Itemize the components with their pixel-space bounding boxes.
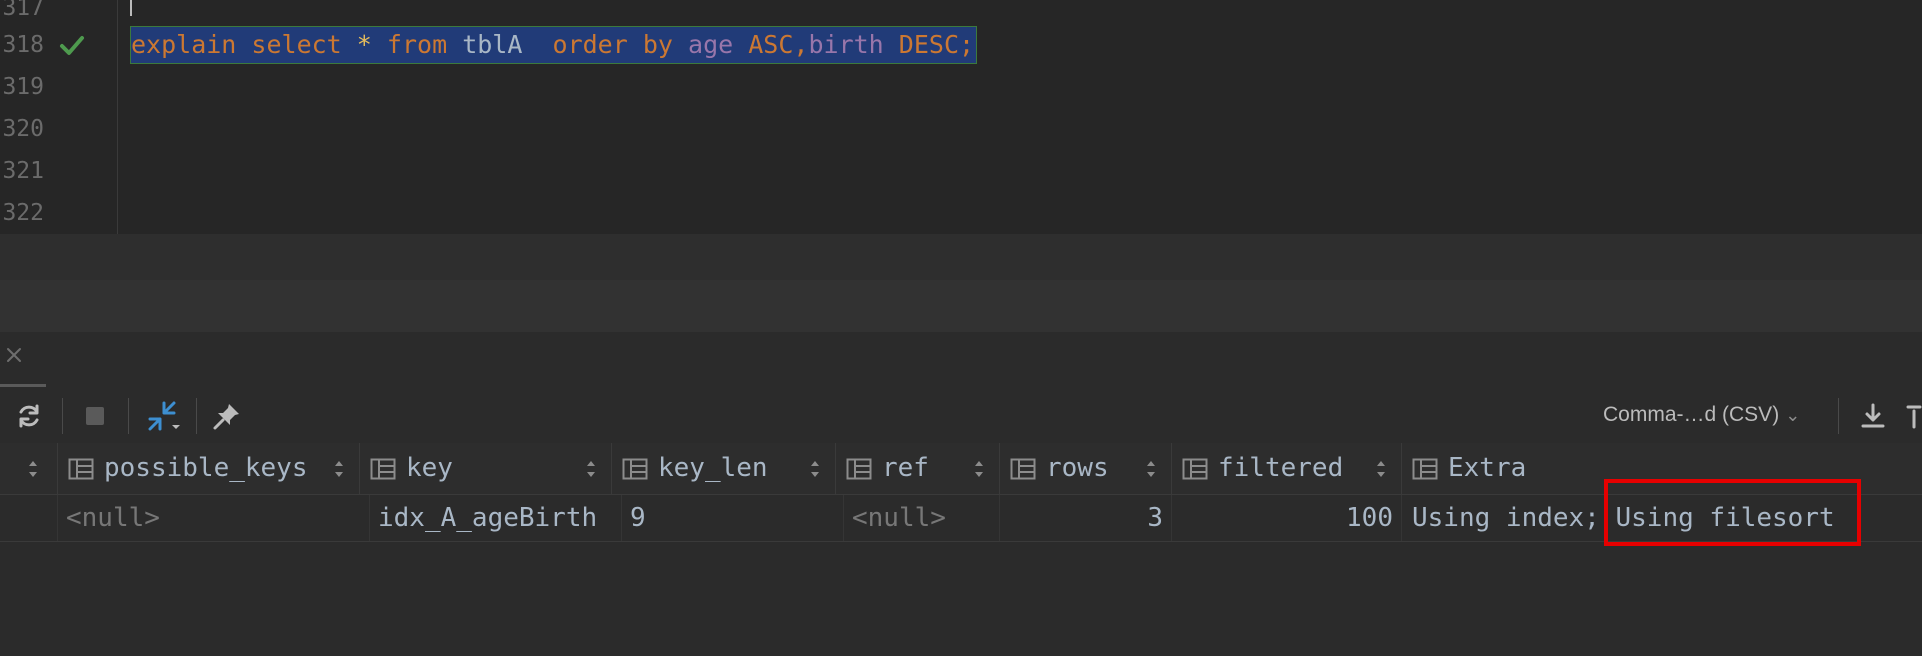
editor-bottom-area	[0, 234, 1922, 280]
sort-icon[interactable]	[27, 458, 39, 480]
sql-keyword: select	[251, 30, 342, 59]
table-cell[interactable]: 3	[1000, 495, 1172, 541]
refresh-icon[interactable]	[14, 401, 44, 431]
sort-icon[interactable]	[973, 458, 985, 480]
column-header-rows[interactable]: rows	[1000, 443, 1172, 494]
stop-icon[interactable]	[80, 401, 110, 431]
sql-comma: ,	[793, 30, 809, 59]
text-caret	[130, 0, 132, 16]
column-header-partial[interactable]	[0, 443, 58, 494]
column-label: rows	[1046, 453, 1109, 483]
services-tab-header	[0, 332, 1922, 388]
column-icon	[846, 458, 872, 480]
column-header-key-len[interactable]: key_len	[612, 443, 836, 494]
sql-column: birth	[808, 30, 884, 59]
table-cell[interactable]: idx_A_ageBirth	[370, 495, 622, 541]
toolbar-separator	[1838, 398, 1839, 434]
column-icon	[1412, 458, 1438, 480]
extra-using-index: Using index;	[1412, 503, 1600, 533]
column-header-filtered[interactable]: filtered	[1172, 443, 1402, 494]
table-cell[interactable]: <null>	[844, 495, 1000, 541]
table-cell[interactable]: <null>	[58, 495, 370, 541]
sort-icon[interactable]	[585, 458, 597, 480]
sql-editor[interactable]: 317 318 319 320 321 322 explain select *…	[0, 0, 1922, 234]
sql-keyword: ASC	[748, 30, 794, 59]
sql-semicolon: ;	[959, 30, 975, 59]
table-cell[interactable]	[0, 495, 58, 541]
toolbar-separator	[196, 398, 197, 434]
column-label: Extra	[1448, 453, 1527, 483]
sql-keyword: from	[386, 30, 448, 59]
column-icon	[370, 458, 396, 480]
column-label: ref	[882, 453, 929, 483]
compare-arrows-icon[interactable]	[146, 401, 182, 431]
export-format-label: Comma-…d (CSV)	[1603, 403, 1780, 426]
download-icon[interactable]	[1858, 401, 1888, 431]
column-label: key	[406, 453, 453, 483]
results-grid[interactable]: possible_keys key key_len ref rows filte…	[0, 443, 1922, 656]
upload-icon[interactable]	[1906, 401, 1922, 431]
sql-column: age	[688, 30, 734, 59]
results-toolbar: Comma-…d (CSV) ⌄	[0, 388, 1922, 443]
column-header-ref[interactable]: ref	[836, 443, 1000, 494]
sql-statement[interactable]: explain select * from tblA order by age …	[130, 26, 978, 64]
toolbar-separator	[62, 398, 63, 434]
line-number: 318	[2, 32, 44, 58]
sql-keyword: by	[642, 30, 673, 59]
sort-icon[interactable]	[809, 458, 821, 480]
sql-keyword: explain	[131, 30, 237, 59]
annotation-highlight-box	[1604, 479, 1861, 546]
column-label: possible_keys	[104, 453, 308, 483]
column-label: key_len	[658, 453, 768, 483]
toolbar-separator	[128, 398, 129, 434]
code-area[interactable]: explain select * from tblA order by age …	[118, 0, 1922, 234]
export-format-select[interactable]: Comma-…d (CSV) ⌄	[1603, 400, 1800, 430]
sql-keyword: order	[552, 30, 628, 59]
column-icon	[68, 458, 94, 480]
column-label: filtered	[1218, 453, 1344, 483]
sql-table-name: tblA	[462, 30, 523, 59]
sort-icon[interactable]	[1145, 458, 1157, 480]
column-icon	[622, 458, 648, 480]
editor-gutter: 317 318 319 320 321 322	[0, 0, 118, 234]
sort-icon[interactable]	[1375, 458, 1387, 480]
close-icon[interactable]	[4, 345, 24, 365]
column-header-possible-keys[interactable]: possible_keys	[58, 443, 360, 494]
pin-icon[interactable]	[212, 401, 242, 431]
sort-icon[interactable]	[333, 458, 345, 480]
line-number: 317	[2, 0, 44, 21]
panel-splitter[interactable]	[0, 280, 1922, 332]
line-number: 320	[2, 116, 44, 142]
sql-wildcard: *	[356, 30, 372, 59]
column-header-key[interactable]: key	[360, 443, 612, 494]
table-cell[interactable]: 100	[1172, 495, 1402, 541]
active-tab-indicator	[0, 384, 46, 387]
chevron-down-icon: ⌄	[1785, 405, 1801, 425]
column-icon	[1010, 458, 1036, 480]
line-number: 321	[2, 158, 44, 184]
checkmark-icon	[60, 36, 84, 55]
line-number: 319	[2, 74, 44, 100]
sql-keyword: DESC	[898, 30, 960, 59]
column-icon	[1182, 458, 1208, 480]
line-number: 322	[2, 200, 44, 226]
table-cell[interactable]: 9	[622, 495, 844, 541]
